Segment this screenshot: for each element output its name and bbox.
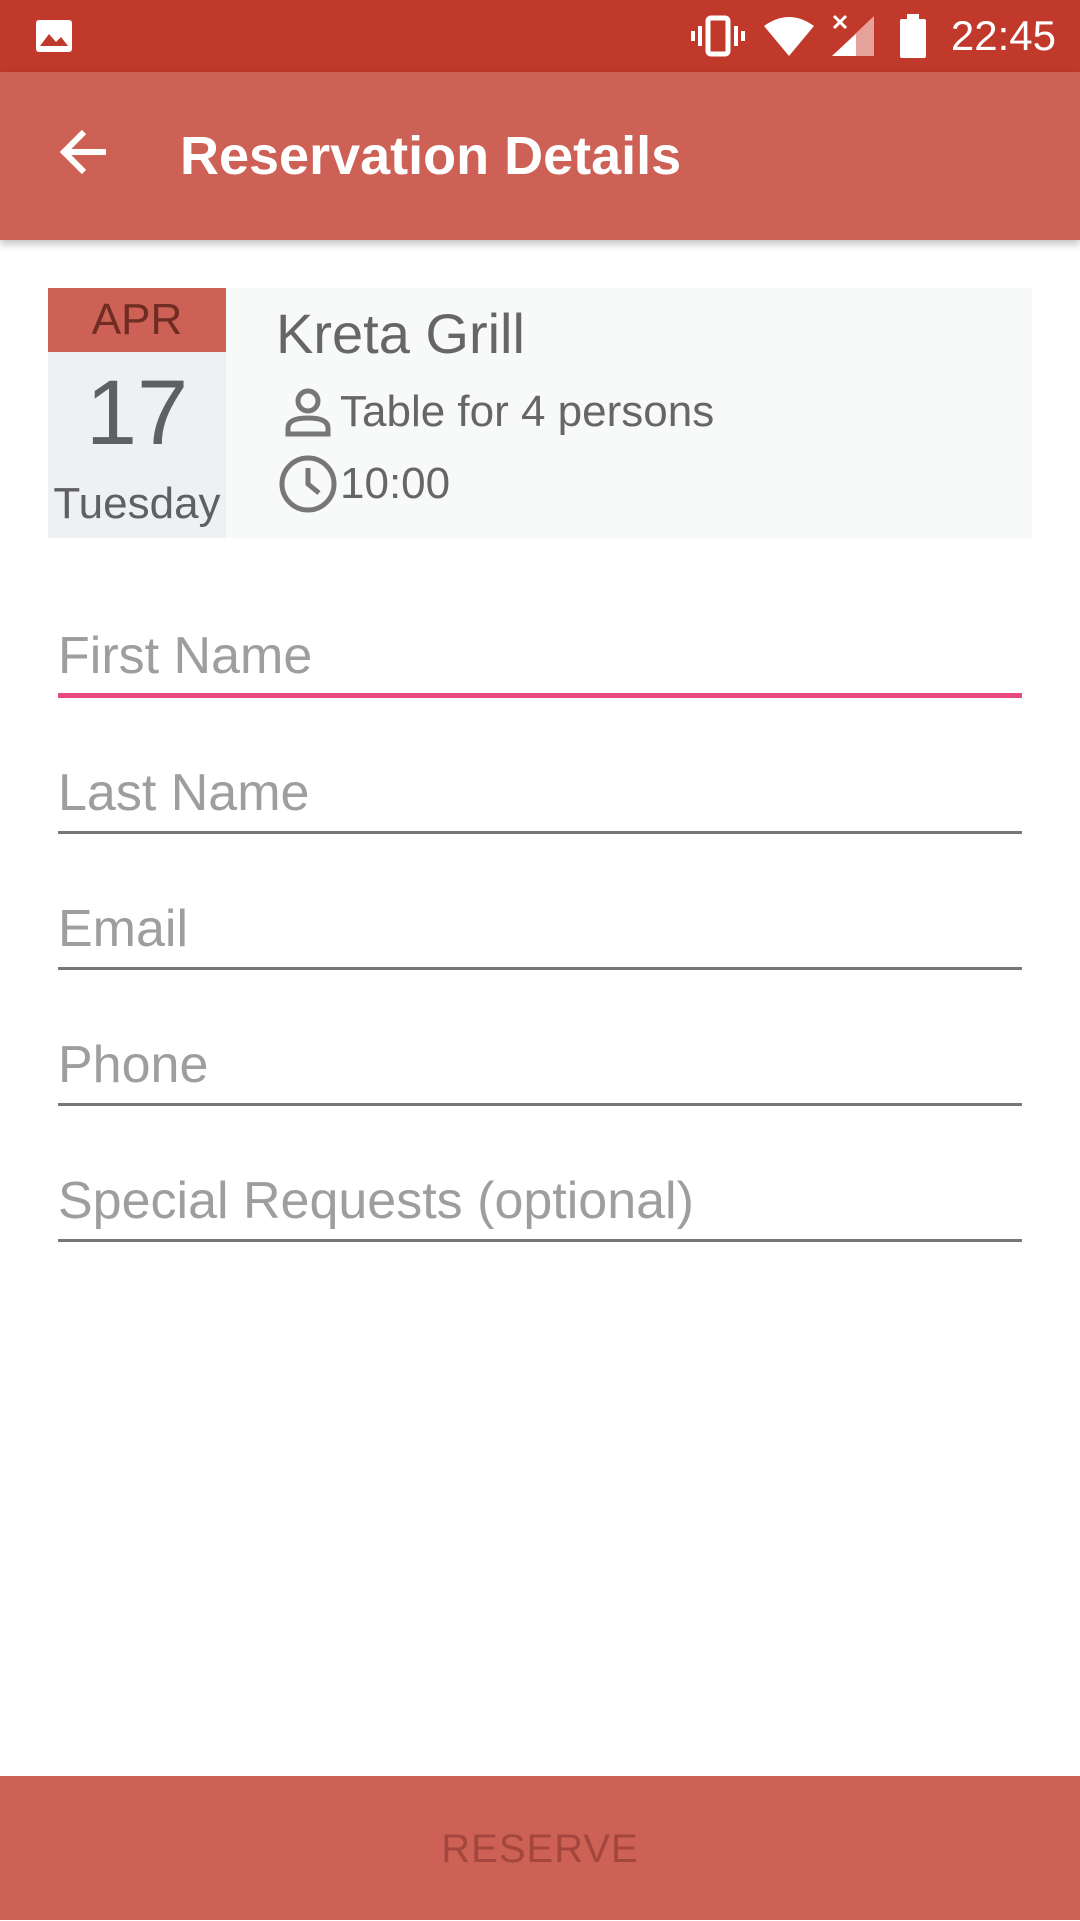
restaurant-name: Kreta Grill <box>276 302 525 365</box>
party-size-row: Table for 4 persons <box>276 380 714 444</box>
last-name-field <box>58 754 1022 844</box>
date-weekday: Tuesday <box>53 479 221 528</box>
special-requests-field <box>58 1162 1022 1252</box>
email-field <box>58 890 1022 980</box>
app-bar: Reservation Details <box>0 72 1080 240</box>
arrow-back-icon <box>56 124 112 185</box>
date-day: 17 <box>85 362 189 464</box>
time-row: 10:00 <box>276 452 450 516</box>
reservation-card: APR 17 Tuesday Kreta Grill Table for 4 p… <box>48 288 1032 538</box>
battery-icon <box>896 12 930 60</box>
special-requests-input[interactable] <box>58 1162 1022 1242</box>
reserve-button[interactable]: RESERVE <box>0 1776 1080 1920</box>
email-input[interactable] <box>58 890 1022 970</box>
phone-input[interactable] <box>58 1026 1022 1106</box>
first-name-input[interactable] <box>58 618 1022 698</box>
first-name-field <box>58 618 1022 708</box>
date-month: APR <box>48 288 226 352</box>
status-time: 22:45 <box>950 12 1056 59</box>
person-icon <box>276 380 340 444</box>
wifi-icon <box>762 14 816 58</box>
page-title: Reservation Details <box>180 126 682 186</box>
date-block: APR 17 Tuesday <box>48 288 226 538</box>
gallery-icon <box>34 16 74 56</box>
back-button[interactable] <box>42 112 126 196</box>
clock-icon <box>276 452 340 516</box>
status-bar: 22:45 <box>0 0 1080 72</box>
phone-field <box>58 1026 1022 1116</box>
time-text: 10:00 <box>340 459 451 508</box>
signal-icon <box>830 12 878 58</box>
vibrate-icon <box>690 14 746 58</box>
last-name-input[interactable] <box>58 754 1022 834</box>
party-size-text: Table for 4 persons <box>340 387 715 436</box>
